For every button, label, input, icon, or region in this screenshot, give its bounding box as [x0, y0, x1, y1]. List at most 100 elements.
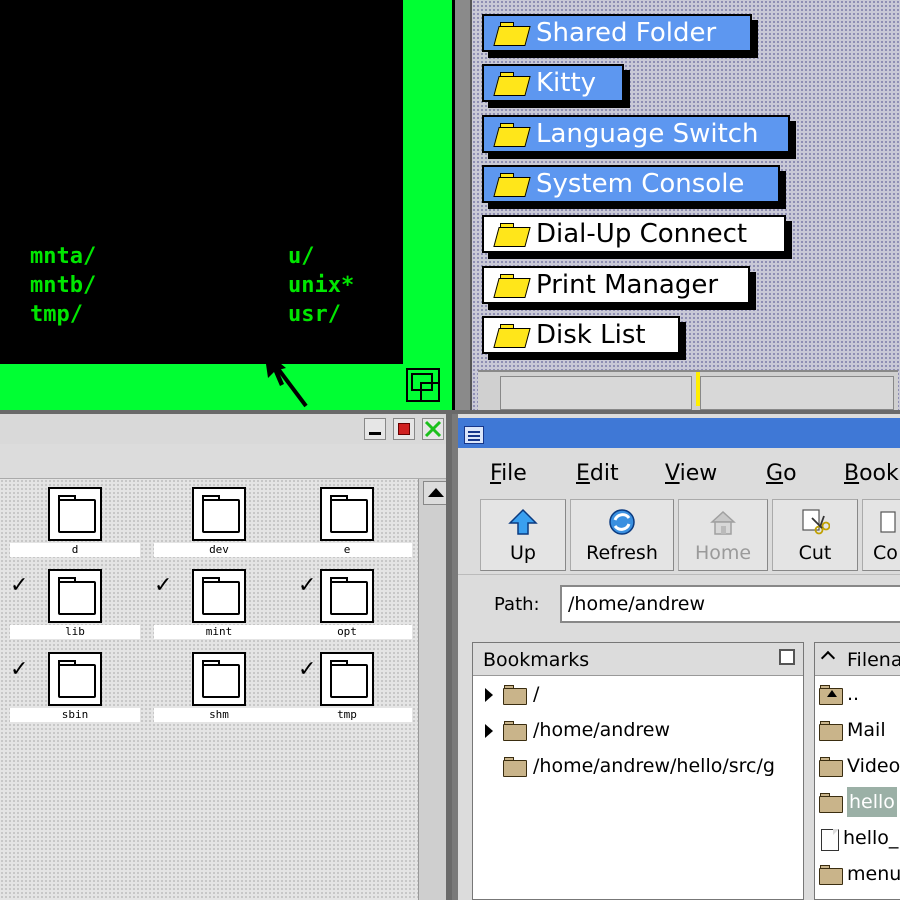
folder-label: opt: [282, 625, 412, 639]
terminal-line: mntb/: [30, 273, 97, 298]
folder-label: sbin: [10, 708, 140, 722]
refresh-icon: [609, 509, 635, 535]
cut-button[interactable]: Cut: [772, 499, 858, 571]
folder-icon: [493, 223, 531, 247]
file-row-selected[interactable]: hello: [815, 785, 900, 821]
close-icon: [424, 420, 442, 438]
bookmarks-header: Bookmarks: [473, 643, 803, 676]
terminal-line: tmp/: [30, 302, 83, 327]
launcher-item-system-console[interactable]: System Console: [482, 165, 780, 203]
folder-icon: [493, 123, 531, 147]
home-button[interactable]: Home: [678, 499, 768, 571]
folder-icon: [48, 487, 102, 541]
file-manager-window: File Edit View Go Book Up Refresh Home C…: [458, 414, 900, 900]
folder-item[interactable]: sbin: [10, 652, 140, 728]
folder-label: e: [282, 543, 412, 557]
launcher-item-label: Kitty: [536, 68, 597, 98]
menu-file[interactable]: File: [490, 460, 527, 488]
folder-item[interactable]: d: [10, 487, 140, 563]
folder-label: dev: [154, 543, 284, 557]
file-row[interactable]: hello_: [815, 821, 900, 857]
file-name: menu: [847, 863, 900, 885]
terminal-window[interactable]: mnta/ u/ mntb/ unix* tmp/ usr/: [0, 0, 452, 410]
launcher-item-language-switch[interactable]: Language Switch: [482, 115, 790, 153]
window-titlebar[interactable]: [0, 414, 452, 445]
launcher-item-label: Shared Folder: [536, 18, 717, 48]
folder-icon: [819, 865, 845, 885]
launcher-item-kitty[interactable]: Kitty: [482, 64, 624, 102]
mouse-cursor-icon: [264, 350, 308, 408]
folder-icon: [493, 173, 531, 197]
file-row[interactable]: ..: [815, 677, 900, 713]
menu-bookmarks[interactable]: Book: [844, 460, 899, 488]
folder-item[interactable]: tmp: [282, 652, 412, 728]
folder-icon: [819, 721, 845, 741]
bookmark-item[interactable]: /: [473, 677, 803, 713]
folder-item[interactable]: opt: [282, 569, 412, 645]
folder-label: tmp: [282, 708, 412, 722]
window-menu-icon[interactable]: [464, 426, 484, 444]
filename-header-label: Filena: [847, 649, 900, 671]
launcher-item-disk-list[interactable]: Disk List: [482, 316, 680, 354]
folder-item[interactable]: mint: [154, 569, 284, 645]
folder-icon: [192, 487, 246, 541]
path-input[interactable]: /home/andrew: [560, 585, 900, 623]
launcher-status-strip: [478, 370, 898, 410]
file-row[interactable]: menu: [815, 857, 900, 893]
bookmark-label: /home/andrew: [533, 719, 671, 741]
folder-item[interactable]: lib: [10, 569, 140, 645]
expand-arrow-icon[interactable]: [485, 724, 493, 738]
sort-ascending-icon: [820, 650, 836, 666]
copy-button[interactable]: Co: [862, 499, 900, 571]
close-button[interactable]: [422, 418, 444, 440]
menu-view[interactable]: View: [665, 460, 717, 488]
bookmark-item[interactable]: /home/andrew/hello/src/g: [473, 749, 803, 785]
launcher-item-shared-folder[interactable]: Shared Folder: [482, 14, 752, 52]
folder-icon: [493, 274, 531, 298]
up-button[interactable]: Up: [480, 499, 566, 571]
folder-icon: [493, 324, 531, 348]
menu-go[interactable]: Go: [766, 460, 797, 488]
terminal-line: unix*: [288, 273, 355, 298]
filename-column-header[interactable]: Filena: [815, 643, 900, 676]
file-row[interactable]: Video: [815, 749, 900, 785]
expand-arrow-icon[interactable]: [485, 688, 493, 702]
file-name: ..: [847, 683, 860, 705]
file-name: hello: [847, 787, 897, 817]
folder-icon: [192, 569, 246, 623]
folder-icon: [819, 757, 845, 777]
maximize-button[interactable]: [393, 418, 415, 440]
folder-icon: [819, 793, 845, 813]
launcher-item-print-manager[interactable]: Print Manager: [482, 266, 750, 304]
launcher-item-dial-up-connect[interactable]: Dial-Up Connect: [482, 215, 786, 253]
folder-item[interactable]: e: [282, 487, 412, 563]
home-icon: [710, 510, 736, 535]
window-titlebar[interactable]: [458, 418, 900, 448]
refresh-button[interactable]: Refresh: [570, 499, 674, 571]
minimize-button[interactable]: [364, 418, 386, 440]
menu-edit[interactable]: Edit: [576, 460, 619, 488]
folder-icon: [503, 757, 529, 777]
panel-close-button[interactable]: [779, 649, 795, 665]
folder-icon: [493, 72, 531, 96]
bookmark-item[interactable]: /home/andrew: [473, 713, 803, 749]
launcher-item-label: Disk List: [536, 320, 646, 350]
menu-bar: File Edit View Go Book: [458, 450, 900, 496]
folder-label: shm: [154, 708, 284, 722]
folder-icon: [503, 685, 529, 705]
folder-icon: [48, 569, 102, 623]
folder-item[interactable]: dev: [154, 487, 284, 563]
file-row[interactable]: Mail: [815, 713, 900, 749]
home-label: Home: [694, 542, 752, 564]
icon-view[interactable]: d dev e ✓ lib ✓ mint ✓ opt ✓ sbin shm ✓ …: [0, 479, 418, 900]
path-bar: Path: /home/andrew: [458, 574, 900, 635]
document-icon: [819, 829, 845, 851]
bookmarks-title: Bookmarks: [483, 649, 590, 671]
folder-item[interactable]: shm: [154, 652, 284, 728]
terminal-screen[interactable]: mnta/ u/ mntb/ unix* tmp/ usr/: [0, 0, 403, 364]
resize-handle-icon[interactable]: [406, 368, 440, 402]
up-label: Up: [510, 542, 536, 564]
folder-label: lib: [10, 625, 140, 639]
bookmark-label: /home/andrew/hello/src/g: [533, 755, 775, 777]
folder-icon: [503, 721, 529, 741]
